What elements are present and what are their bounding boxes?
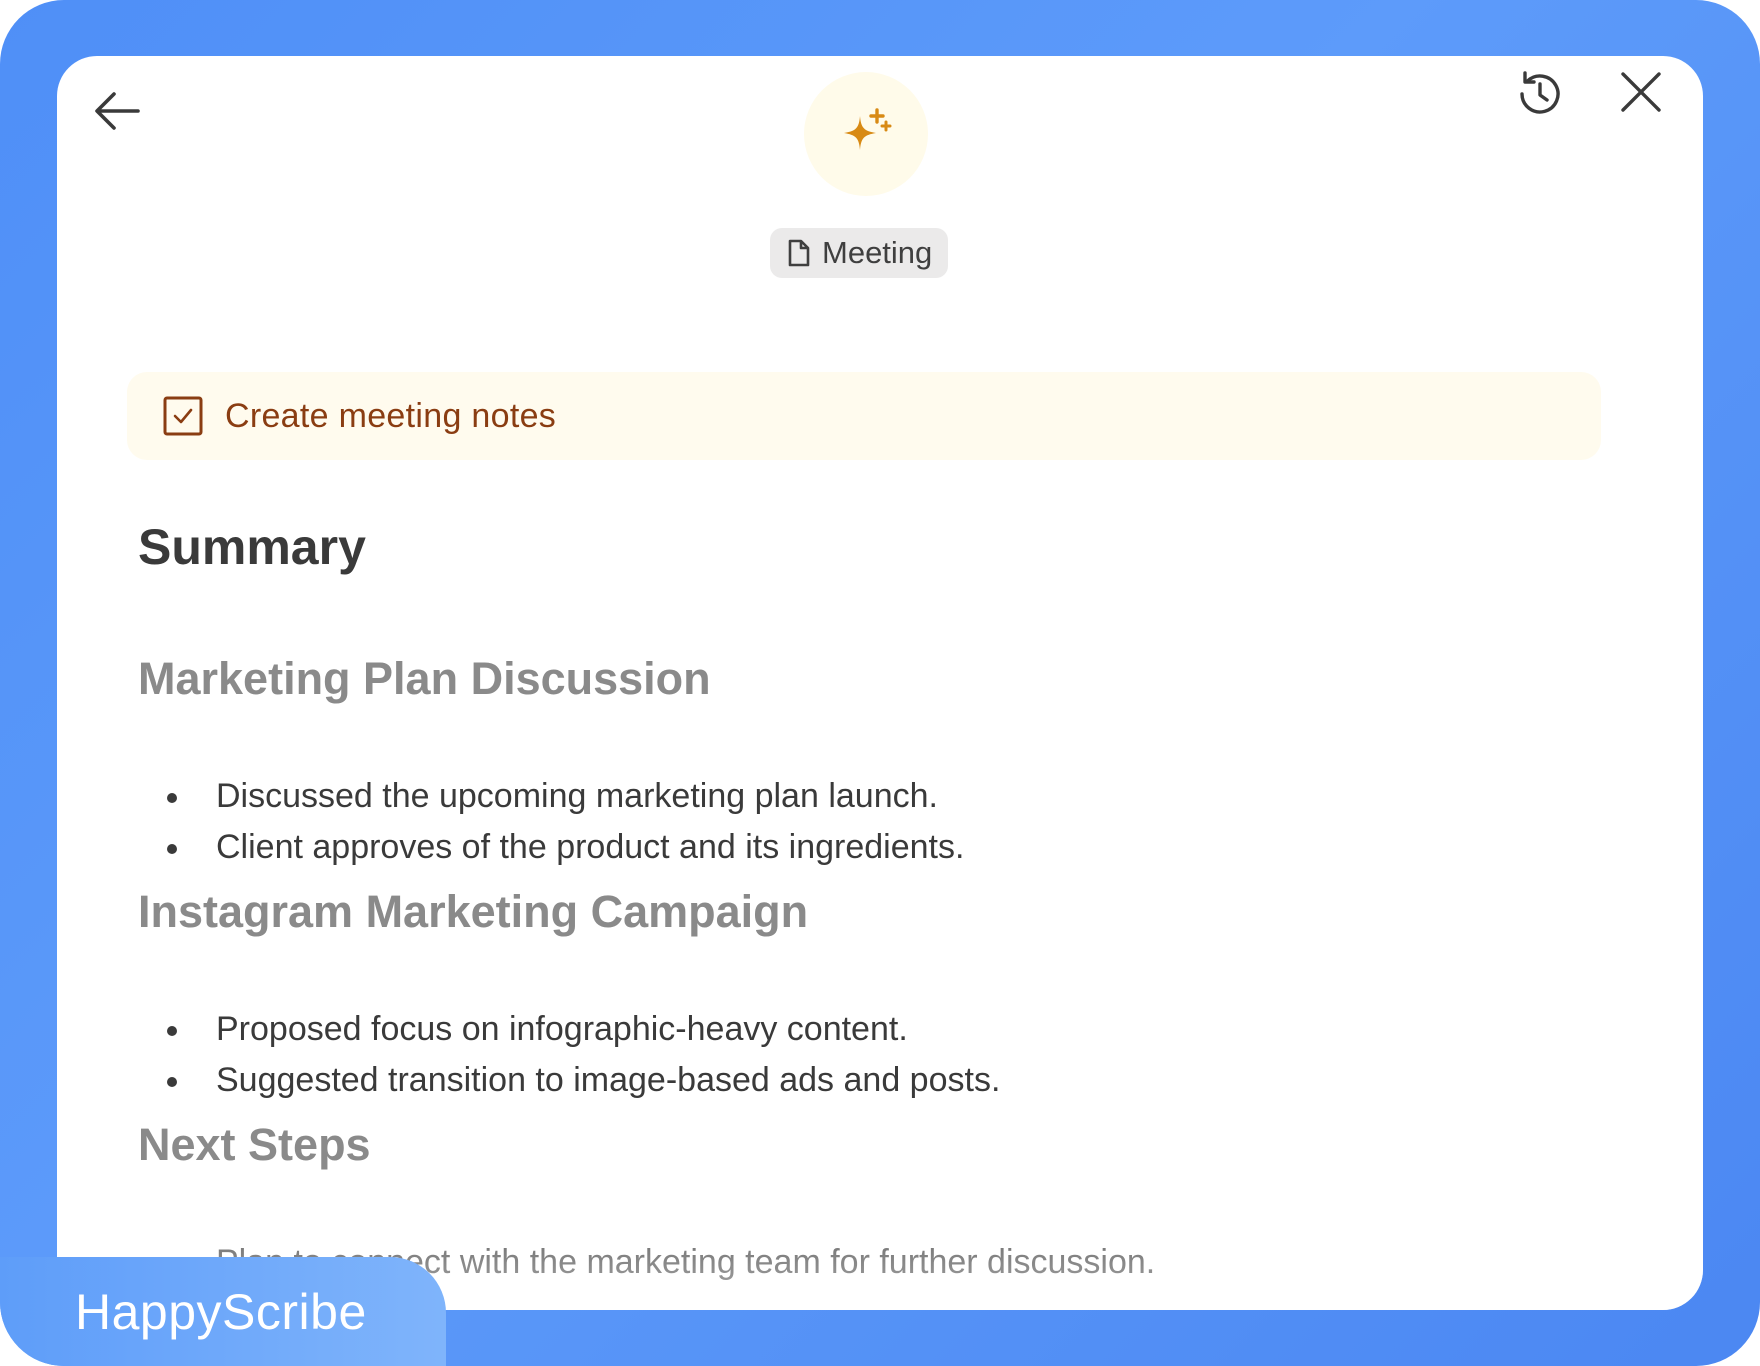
sparkle-icon [844, 108, 892, 150]
section-title: Marketing Plan Discussion [138, 653, 711, 704]
bullet-list: Proposed focus on infographic-heavy cont… [138, 1004, 1000, 1106]
history-icon [1520, 71, 1560, 114]
brand-label: HappyScribe [75, 1283, 367, 1340]
summary-title: Summary [138, 519, 366, 575]
task-item[interactable]: Create meeting notes [127, 372, 1601, 460]
ai-badge [804, 72, 928, 196]
section-title: Instagram Marketing Campaign [138, 886, 809, 937]
meeting-chip[interactable]: Meeting [770, 228, 949, 278]
meeting-chip-label: Meeting [822, 235, 933, 270]
section-title: Next Steps [138, 1119, 371, 1170]
arrow-left-icon [95, 92, 140, 130]
list-item: Client approves of the product and its i… [138, 822, 964, 873]
history-button[interactable] [1509, 64, 1569, 124]
notes-panel: Meeting Create meeting notes Summary Mar… [57, 56, 1703, 1310]
document-icon [788, 239, 810, 267]
list-item: Suggested transition to image-based ads … [138, 1055, 1000, 1106]
checkbox-checked-icon[interactable] [163, 396, 203, 436]
brand-badge: HappyScribe [0, 1257, 446, 1366]
back-button[interactable] [87, 86, 147, 136]
task-label: Create meeting notes [225, 396, 557, 435]
app-frame: Meeting Create meeting notes Summary Mar… [0, 0, 1760, 1366]
list-item: Proposed focus on infographic-heavy cont… [138, 1004, 1000, 1055]
close-icon [1621, 72, 1661, 112]
list-item: Discussed the upcoming marketing plan la… [138, 771, 964, 822]
close-button[interactable] [1613, 64, 1669, 120]
bullet-list: Discussed the upcoming marketing plan la… [138, 771, 964, 873]
